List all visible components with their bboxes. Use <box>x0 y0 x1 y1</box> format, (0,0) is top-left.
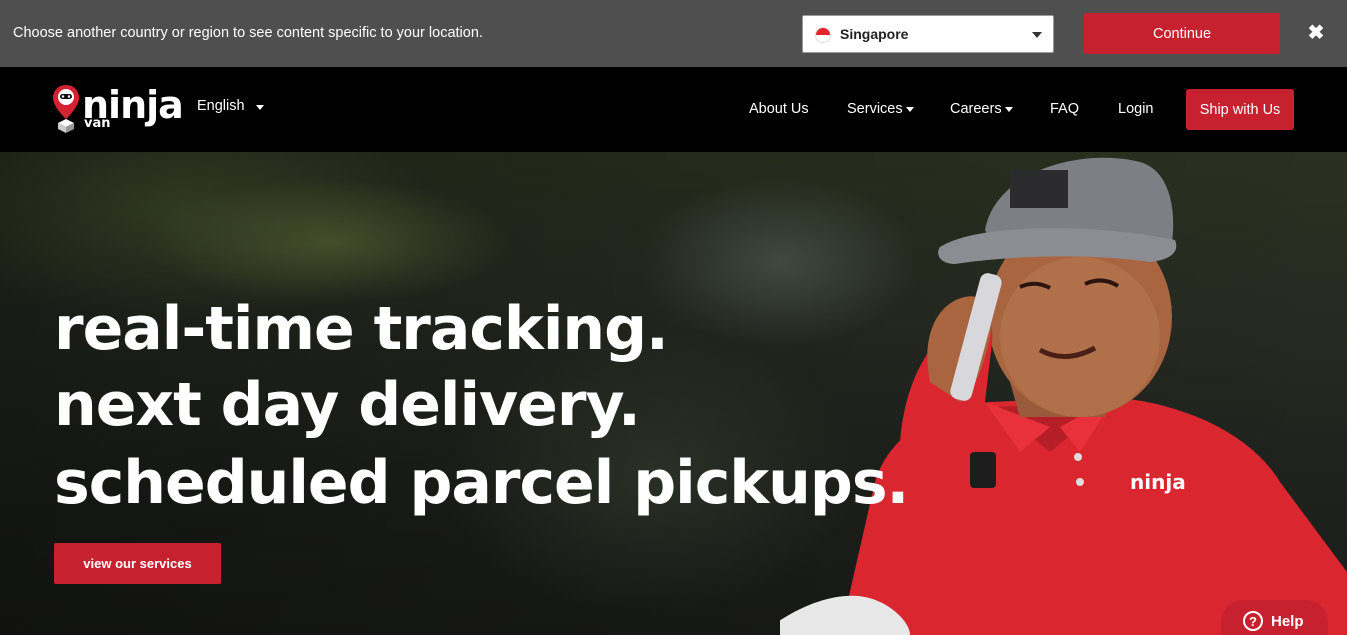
view-services-button[interactable]: view our services <box>54 543 221 584</box>
nav-careers-label: Careers <box>950 101 1002 117</box>
help-label: Help <box>1271 612 1304 630</box>
chevron-down-icon <box>1032 32 1042 38</box>
language-selector[interactable]: English <box>197 98 245 114</box>
hero-headline-1: real-time tracking. <box>54 294 669 364</box>
question-mark-icon: ? <box>1243 611 1263 631</box>
nav-careers[interactable]: Careers <box>950 101 1013 117</box>
hero-banner: ninja real-time tracking. next day deliv… <box>0 152 1347 635</box>
nav-services[interactable]: Services <box>847 101 914 117</box>
svg-text:ninja: ninja <box>1130 470 1186 494</box>
hero-headline-2: next day delivery. <box>54 370 641 440</box>
logo-pin-icon <box>53 85 79 133</box>
continue-button[interactable]: Continue <box>1084 13 1280 54</box>
country-select-value: Singapore <box>840 26 909 42</box>
region-message: Choose another country or region to see … <box>13 25 483 41</box>
nav-services-label: Services <box>847 101 903 117</box>
nav-faq[interactable]: FAQ <box>1050 101 1079 117</box>
hero-headline-3: scheduled parcel pickups. <box>54 448 909 518</box>
courier-photo: ninja <box>780 157 1347 635</box>
ninja-van-logo[interactable]: ninja van <box>52 83 184 135</box>
help-button[interactable]: ? Help <box>1221 600 1328 635</box>
language-chevron-icon[interactable] <box>256 105 264 110</box>
careers-chevron-icon <box>1004 106 1013 112</box>
country-select[interactable]: Singapore <box>802 15 1054 53</box>
logo-subtext: van <box>84 116 111 131</box>
nav-login[interactable]: Login <box>1118 101 1153 117</box>
ship-with-us-button[interactable]: Ship with Us <box>1186 89 1294 130</box>
services-chevron-icon <box>905 106 914 112</box>
nav-about-us[interactable]: About Us <box>749 101 809 117</box>
close-icon[interactable]: ✖ <box>1306 22 1326 44</box>
singapore-flag-icon <box>815 27 831 43</box>
main-navbar: ninja van English About Us Services Care… <box>0 67 1347 152</box>
region-banner: Choose another country or region to see … <box>0 0 1347 67</box>
